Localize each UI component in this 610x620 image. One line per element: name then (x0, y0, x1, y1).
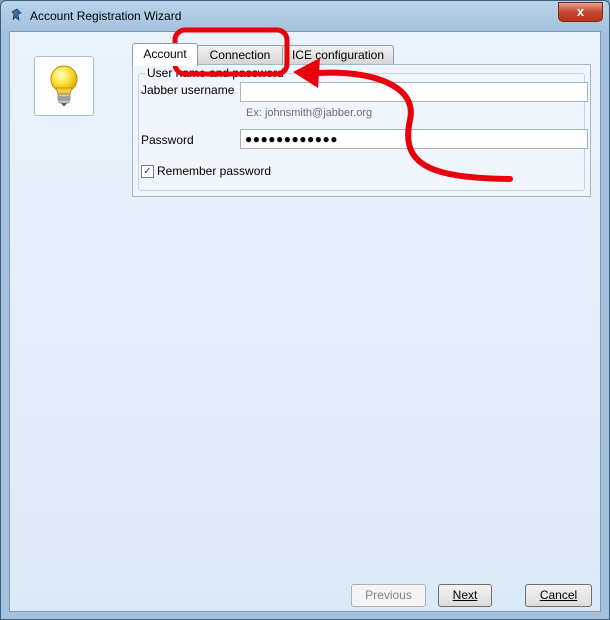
previous-button-label: Previous (365, 588, 412, 602)
wizard-image (34, 56, 94, 116)
previous-button[interactable]: Previous (351, 584, 426, 607)
tab-account[interactable]: Account (132, 43, 198, 66)
credentials-group: User name and password Jabber username E… (138, 66, 588, 191)
tab-account-label: Account (143, 47, 187, 61)
group-legend: User name and password (145, 66, 286, 80)
tab-connection-label: Connection (209, 48, 271, 62)
next-button-label: Next (452, 588, 478, 602)
cancel-button[interactable]: Cancel (525, 584, 592, 607)
lightbulb-icon (50, 65, 78, 106)
check-icon: ✓ (143, 166, 152, 177)
wizard-window: Account Registration Wizard x Account Co… (0, 0, 610, 620)
password-label: Password (141, 133, 194, 147)
username-input[interactable] (240, 82, 588, 102)
password-mask: ●●●●●●●●●●●● (245, 132, 338, 146)
username-label: Jabber username (141, 83, 235, 97)
close-icon: x (576, 4, 585, 19)
title-bar: Account Registration Wizard x (1, 1, 609, 31)
cancel-button-label: Cancel (539, 588, 578, 602)
remember-password-checkbox[interactable]: ✓ (141, 165, 154, 178)
account-tab-panel: User name and password Jabber username E… (132, 64, 591, 197)
tab-ice-configuration[interactable]: ICE configuration (282, 45, 394, 65)
username-hint: Ex: johnsmith@jabber.org (246, 107, 373, 119)
password-input[interactable]: ●●●●●●●●●●●● (240, 129, 588, 149)
app-icon (11, 8, 22, 21)
next-button[interactable]: Next (438, 584, 492, 607)
close-button[interactable]: x (558, 2, 603, 22)
remember-password-label: Remember password (157, 164, 272, 178)
tab-ice-configuration-label: ICE configuration (291, 48, 385, 62)
tab-connection[interactable]: Connection (196, 45, 284, 65)
window-title: Account Registration Wizard (30, 9, 182, 23)
wizard-client-area: Account Connection ICE configuration Use… (9, 31, 601, 612)
